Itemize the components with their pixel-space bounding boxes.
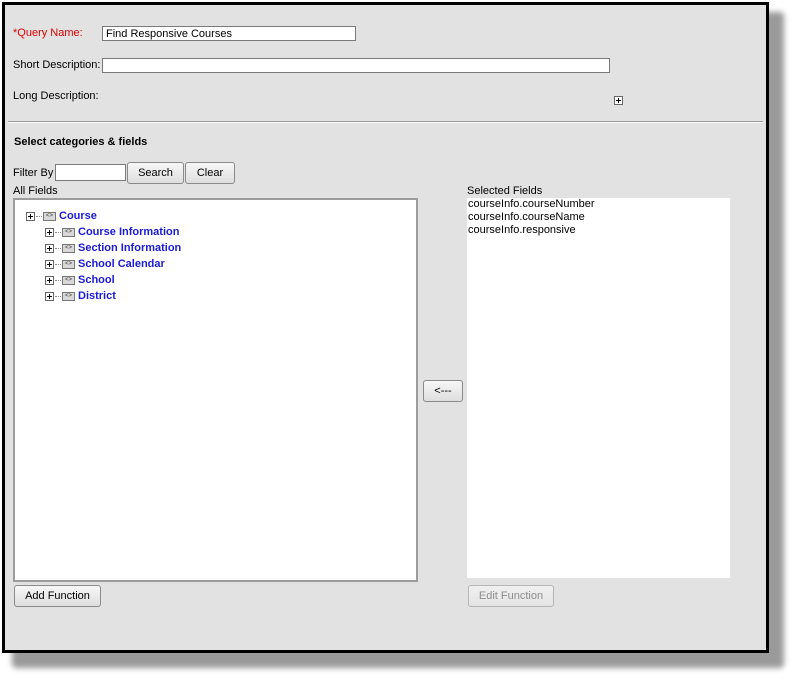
tree-node-label[interactable]: Section Information (78, 242, 181, 254)
query-editor-window: *Query Name: Short Description: Long Des… (2, 2, 769, 653)
expand-icon[interactable] (45, 291, 54, 301)
category-icon: <> (62, 275, 75, 285)
selected-fields-list[interactable]: courseInfo.courseNumber courseInfo.cours… (467, 198, 730, 578)
expand-long-description-icon[interactable] (614, 96, 623, 105)
add-function-button[interactable]: Add Function (14, 585, 101, 607)
category-icon: <> (62, 227, 75, 237)
category-icon: <> (43, 211, 56, 221)
category-icon: <> (62, 259, 75, 269)
tree-node-course-information[interactable]: <> Course Information (45, 224, 179, 240)
category-icon: <> (62, 243, 75, 253)
expand-icon[interactable] (45, 275, 54, 285)
query-name-label: *Query Name: (13, 27, 83, 39)
tree-node-label[interactable]: Course (59, 210, 97, 222)
tree-node-label[interactable]: District (78, 290, 116, 302)
query-name-input[interactable] (102, 26, 356, 41)
search-button[interactable]: Search (127, 162, 184, 184)
tree-node-school[interactable]: <> School (45, 272, 115, 288)
tree-node-label[interactable]: School Calendar (78, 258, 165, 270)
tree-connector (55, 231, 61, 233)
category-icon: <> (62, 291, 75, 301)
expand-icon[interactable] (45, 259, 54, 269)
categories-section-title: Select categories & fields (14, 136, 148, 148)
all-fields-tree[interactable]: <> Course <> Course Information <> Secti… (13, 198, 418, 582)
edit-function-button[interactable]: Edit Function (468, 585, 554, 607)
expand-icon[interactable] (26, 211, 35, 221)
filter-by-label: Filter By (13, 167, 54, 179)
tree-node-label[interactable]: School (78, 274, 115, 286)
tree-connector (55, 247, 61, 249)
tree-node-label[interactable]: Course Information (78, 226, 179, 238)
tree-connector (55, 295, 61, 297)
expand-icon[interactable] (45, 227, 54, 237)
tree-connector (36, 215, 42, 217)
tree-node-district[interactable]: <> District (45, 288, 116, 304)
section-divider (8, 121, 763, 123)
long-description-label: Long Description: (13, 90, 99, 102)
tree-node-school-calendar[interactable]: <> School Calendar (45, 256, 165, 272)
tree-node-section-information[interactable]: <> Section Information (45, 240, 181, 256)
selected-fields-label: Selected Fields (467, 185, 543, 197)
remove-field-button[interactable]: <--- (423, 380, 463, 402)
list-item[interactable]: courseInfo.responsive (468, 224, 576, 236)
clear-button[interactable]: Clear (185, 162, 235, 184)
tree-connector (55, 263, 61, 265)
all-fields-label: All Fields (13, 185, 58, 197)
short-description-label: Short Description: (13, 59, 101, 71)
tree-connector (55, 279, 61, 281)
list-item[interactable]: courseInfo.courseName (468, 211, 585, 223)
list-item[interactable]: courseInfo.courseNumber (468, 198, 595, 210)
filter-input[interactable] (55, 164, 126, 181)
tree-node-course[interactable]: <> Course (26, 208, 97, 224)
short-description-input[interactable] (102, 58, 610, 73)
expand-icon[interactable] (45, 243, 54, 253)
